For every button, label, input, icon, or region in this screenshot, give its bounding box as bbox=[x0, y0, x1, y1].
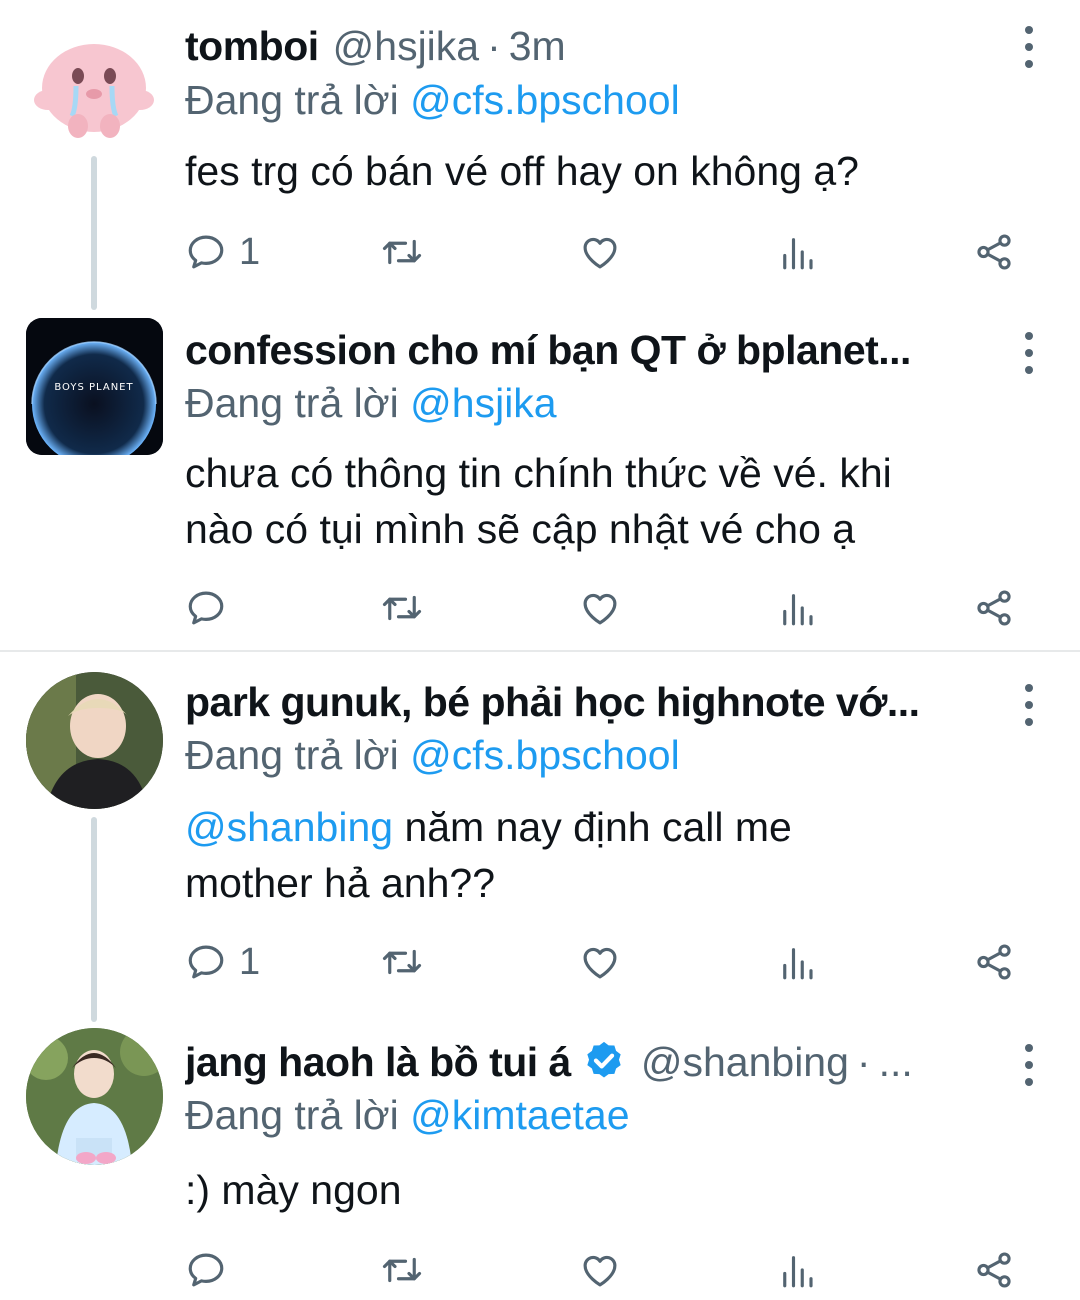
display-name[interactable]: jang haoh là bồ tui á bbox=[185, 1039, 571, 1086]
avatar[interactable] bbox=[26, 672, 163, 809]
tweet-3[interactable]: park gunuk, bé phải học highnote vớ... Đ… bbox=[0, 652, 1080, 1022]
share-icon bbox=[973, 587, 1015, 629]
avatar[interactable]: BOYS PLANET bbox=[26, 318, 163, 455]
reply-button[interactable] bbox=[185, 1245, 227, 1295]
tweet-header: park gunuk, bé phải học highnote vớ... bbox=[185, 674, 990, 730]
views-button[interactable] bbox=[776, 227, 818, 277]
action-bar bbox=[185, 1245, 1035, 1295]
tweet-text-line: mother hả anh?? bbox=[185, 860, 496, 906]
thread-line bbox=[91, 156, 97, 310]
views-button[interactable] bbox=[776, 1245, 818, 1295]
like-button[interactable] bbox=[579, 583, 621, 633]
share-icon bbox=[973, 941, 1015, 983]
thread-line bbox=[91, 817, 97, 1022]
share-button[interactable] bbox=[973, 583, 1015, 633]
tweet-text-line: @shanbing năm nay định call me bbox=[185, 799, 1035, 855]
reply-button[interactable]: 1 bbox=[185, 227, 260, 277]
views-button[interactable] bbox=[776, 583, 818, 633]
reply-mention-link[interactable]: @cfs.bpschool bbox=[410, 732, 680, 778]
handle[interactable]: @shanbing bbox=[641, 1039, 849, 1086]
tweet-header: confession cho mí bạn QT ở bplanet... bbox=[185, 322, 990, 378]
reply-prefix: Đang trả lời bbox=[185, 77, 399, 123]
reply-button[interactable]: 1 bbox=[185, 937, 260, 987]
views-icon bbox=[776, 231, 818, 273]
reply-icon bbox=[185, 1249, 227, 1291]
like-icon bbox=[579, 941, 621, 983]
action-bar bbox=[185, 583, 1035, 633]
action-bar: 1 bbox=[185, 227, 1035, 277]
reply-prefix: Đang trả lời bbox=[185, 380, 399, 426]
retweet-icon bbox=[381, 587, 423, 629]
retweet-icon bbox=[381, 941, 423, 983]
replying-to: Đang trả lời @cfs.bpschool bbox=[185, 732, 680, 779]
like-icon bbox=[579, 1249, 621, 1291]
reply-prefix: Đang trả lời bbox=[185, 1092, 399, 1138]
tweet-text: @shanbing năm nay định call me mother hả… bbox=[185, 799, 1035, 911]
share-button[interactable] bbox=[973, 227, 1015, 277]
share-icon bbox=[973, 231, 1015, 273]
replying-to: Đang trả lời @cfs.bpschool bbox=[185, 77, 680, 124]
more-icon[interactable] bbox=[1022, 1042, 1036, 1088]
handle[interactable]: @hsjika bbox=[333, 23, 479, 70]
tweet-header: jang haoh là bồ tui á @shanbing · ... bbox=[185, 1034, 990, 1090]
more-icon[interactable] bbox=[1022, 24, 1036, 70]
like-button[interactable] bbox=[579, 937, 621, 987]
like-icon bbox=[579, 231, 621, 273]
more-icon[interactable] bbox=[1022, 330, 1036, 376]
more-icon[interactable] bbox=[1022, 682, 1036, 728]
reply-count: 1 bbox=[239, 230, 261, 273]
like-icon bbox=[579, 587, 621, 629]
reply-prefix: Đang trả lời bbox=[185, 732, 399, 778]
share-button[interactable] bbox=[973, 937, 1015, 987]
mention-link[interactable]: @shanbing bbox=[185, 804, 393, 850]
like-button[interactable] bbox=[579, 1245, 621, 1295]
reply-icon bbox=[185, 231, 227, 273]
tweet-text: fes trg có bán vé off hay on không ạ? bbox=[185, 148, 859, 194]
retweet-button[interactable] bbox=[381, 583, 423, 633]
reply-mention-link[interactable]: @cfs.bpschool bbox=[410, 77, 680, 123]
tweet-text: chưa có thông tin chính thức về vé. khi … bbox=[185, 445, 1035, 557]
separator-dot: · bbox=[487, 22, 501, 69]
retweet-icon bbox=[381, 231, 423, 273]
timestamp[interactable]: 3m bbox=[509, 23, 566, 70]
avatar[interactable] bbox=[26, 14, 163, 151]
display-name[interactable]: confession cho mí bạn QT ở bplanet... bbox=[185, 327, 911, 374]
reply-mention-link[interactable]: @hsjika bbox=[410, 380, 556, 426]
replying-to: Đang trả lời @kimtaetae bbox=[185, 1092, 630, 1139]
separator-dot: · bbox=[856, 1038, 871, 1085]
tweet-text-segment: năm nay định call me bbox=[393, 804, 792, 850]
tweet-text-line: chưa có thông tin chính thức về vé. khi bbox=[185, 450, 892, 496]
views-icon bbox=[776, 1249, 818, 1291]
views-icon bbox=[776, 941, 818, 983]
views-button[interactable] bbox=[776, 937, 818, 987]
retweet-button[interactable] bbox=[381, 1245, 423, 1295]
share-button[interactable] bbox=[973, 1245, 1015, 1295]
reply-icon bbox=[185, 587, 227, 629]
retweet-icon bbox=[381, 1249, 423, 1291]
views-icon bbox=[776, 587, 818, 629]
share-icon bbox=[973, 1249, 1015, 1291]
reply-button[interactable] bbox=[185, 583, 227, 633]
display-name[interactable]: tomboi bbox=[185, 23, 319, 70]
reply-mention-link[interactable]: @kimtaetae bbox=[410, 1092, 629, 1138]
tweet-2[interactable]: BOYS PLANET confession cho mí bạn QT ở b… bbox=[0, 310, 1080, 650]
verified-icon bbox=[587, 1041, 621, 1078]
tweet-1[interactable]: tomboi @hsjika · 3m Đang trả lời @cfs.bp… bbox=[0, 0, 1080, 310]
like-button[interactable] bbox=[579, 227, 621, 277]
tweet-4[interactable]: jang haoh là bồ tui á @shanbing · ... Đa… bbox=[0, 1022, 1080, 1300]
reply-icon bbox=[185, 941, 227, 983]
retweet-button[interactable] bbox=[381, 227, 423, 277]
reply-count: 1 bbox=[239, 940, 261, 983]
retweet-button[interactable] bbox=[381, 937, 423, 987]
truncated-ellipsis: ... bbox=[878, 1038, 913, 1085]
replying-to: Đang trả lời @hsjika bbox=[185, 380, 557, 427]
avatar[interactable] bbox=[26, 1028, 163, 1165]
avatar-logo-text: BOYS PLANET bbox=[54, 382, 133, 393]
tweet-text-line: nào có tụi mình sẽ cập nhật vé cho ạ bbox=[185, 506, 856, 552]
display-name[interactable]: park gunuk, bé phải học highnote vớ... bbox=[185, 679, 920, 726]
action-bar: 1 bbox=[185, 937, 1035, 987]
tweet-header: tomboi @hsjika · 3m bbox=[185, 18, 990, 74]
tweet-text: :) mày ngon bbox=[185, 1167, 402, 1213]
